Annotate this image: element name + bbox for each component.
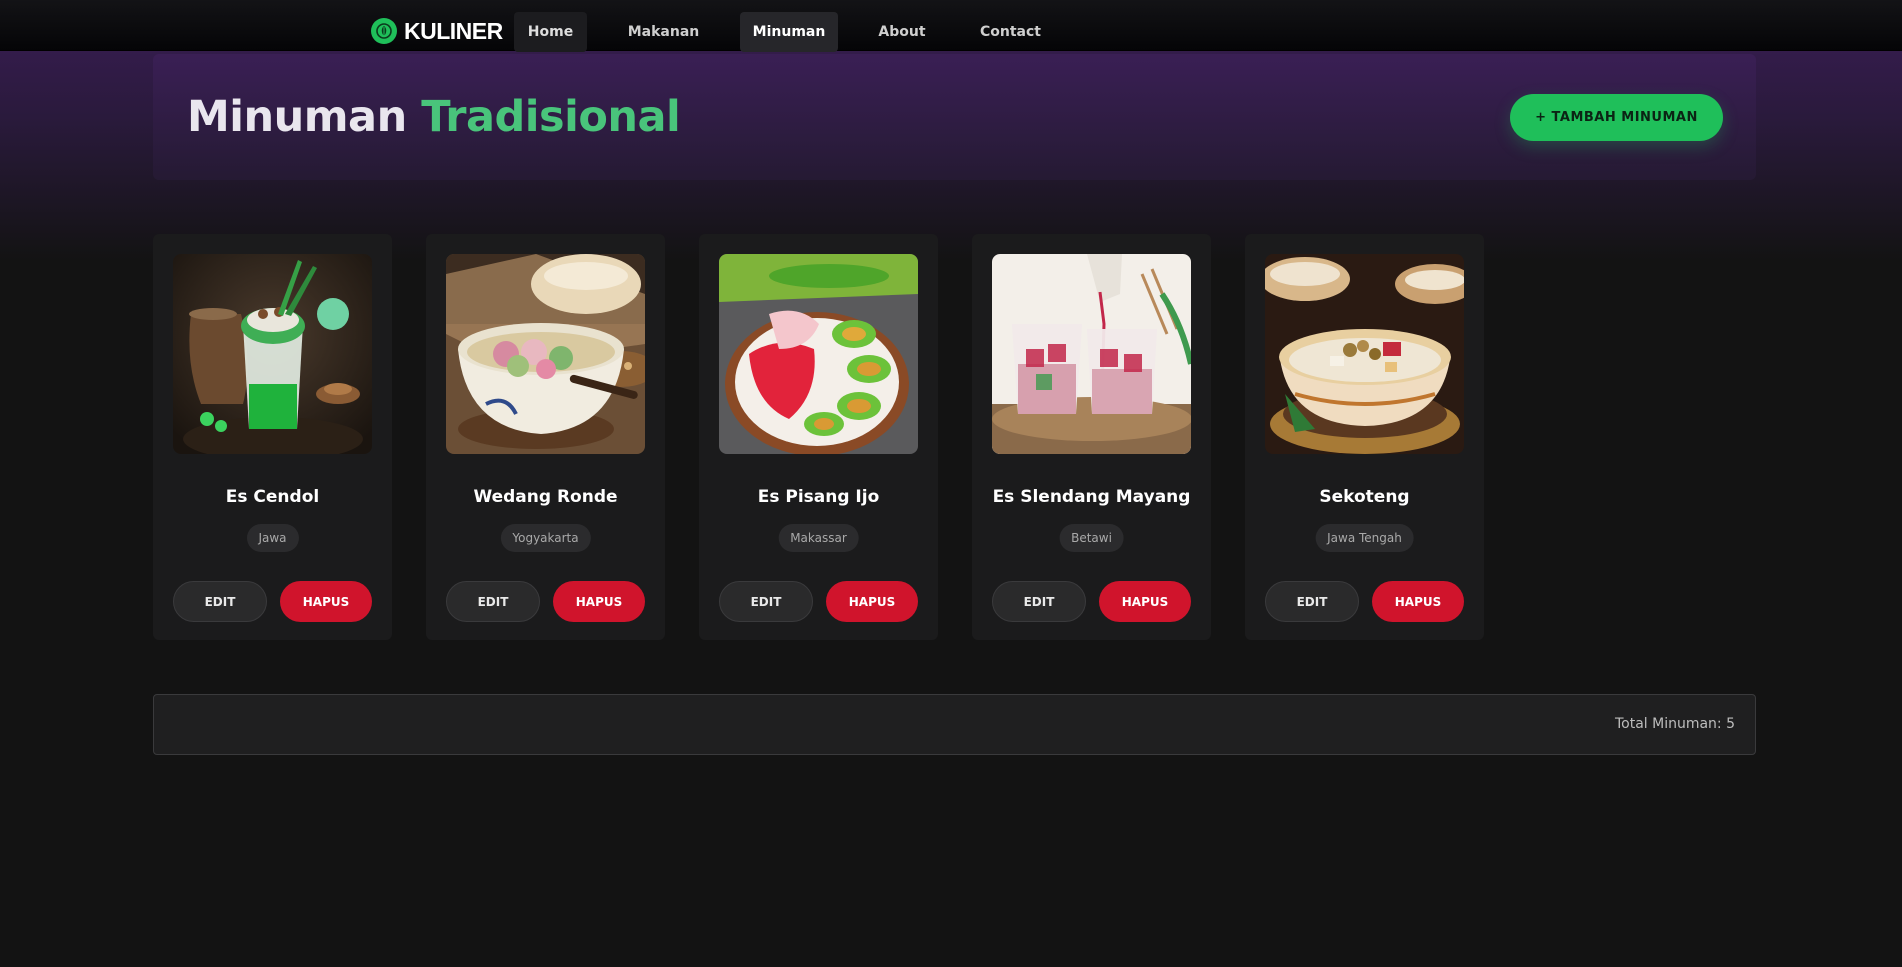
brand-name: KULINER <box>404 17 503 44</box>
nav-home[interactable]: Home <box>514 12 587 52</box>
edit-button[interactable]: EDIT <box>992 581 1086 622</box>
edit-button[interactable]: EDIT <box>719 581 813 622</box>
region-badge: Betawi <box>1059 524 1124 552</box>
brand[interactable]: KULINER <box>371 16 503 46</box>
drink-image <box>992 254 1191 454</box>
delete-button[interactable]: HAPUS <box>1372 581 1464 622</box>
drink-image <box>446 254 645 454</box>
add-drink-button[interactable]: + TAMBAH MINUMAN <box>1510 94 1723 141</box>
drink-card: Es Slendang Mayang Betawi EDIT HAPUS <box>972 234 1211 640</box>
drink-image <box>1265 254 1464 454</box>
edit-button[interactable]: EDIT <box>446 581 540 622</box>
page-header: Minuman Tradisional + TAMBAH MINUMAN <box>153 54 1756 180</box>
delete-button[interactable]: HAPUS <box>280 581 372 622</box>
drink-name: Wedang Ronde <box>473 487 618 507</box>
drink-name: Sekoteng <box>1319 487 1410 507</box>
region-badge: Yogyakarta <box>500 524 591 552</box>
delete-button[interactable]: HAPUS <box>553 581 645 622</box>
summary-bar: Total Minuman: 5 <box>153 694 1756 755</box>
page-title-part1: Minuman <box>187 92 407 142</box>
nav-contact[interactable]: Contact <box>965 12 1056 52</box>
drink-name: Es Cendol <box>225 487 320 507</box>
nav-minuman[interactable]: Minuman <box>740 12 838 52</box>
region-badge: Jawa Tengah <box>1315 524 1414 552</box>
drink-image <box>173 254 372 454</box>
region-badge: Jawa <box>246 524 299 552</box>
drink-card: Es Cendol Jawa EDIT HAPUS <box>153 234 392 640</box>
total-count: Total Minuman: 5 <box>1614 716 1735 732</box>
delete-button[interactable]: HAPUS <box>826 581 918 622</box>
drink-card: Wedang Ronde Yogyakarta EDIT HAPUS <box>426 234 665 640</box>
delete-button[interactable]: HAPUS <box>1099 581 1191 622</box>
nav-about[interactable]: About <box>868 12 936 52</box>
drink-card: Sekoteng Jawa Tengah EDIT HAPUS <box>1245 234 1484 640</box>
leaf-icon <box>371 18 397 44</box>
edit-button[interactable]: EDIT <box>1265 581 1359 622</box>
page-title: Minuman Tradisional <box>187 92 681 142</box>
edit-button[interactable]: EDIT <box>173 581 267 622</box>
drink-name: Es Pisang Ijo <box>757 487 880 507</box>
top-navbar: KULINER Home Makanan Minuman About Conta… <box>0 0 1902 52</box>
drink-name: Es Slendang Mayang <box>992 487 1191 507</box>
page-title-part2: Tradisional <box>421 92 681 142</box>
drink-card: Es Pisang Ijo Makassar EDIT HAPUS <box>699 234 938 640</box>
region-badge: Makassar <box>778 524 859 552</box>
nav-makanan[interactable]: Makanan <box>614 12 713 52</box>
drink-image <box>719 254 918 454</box>
